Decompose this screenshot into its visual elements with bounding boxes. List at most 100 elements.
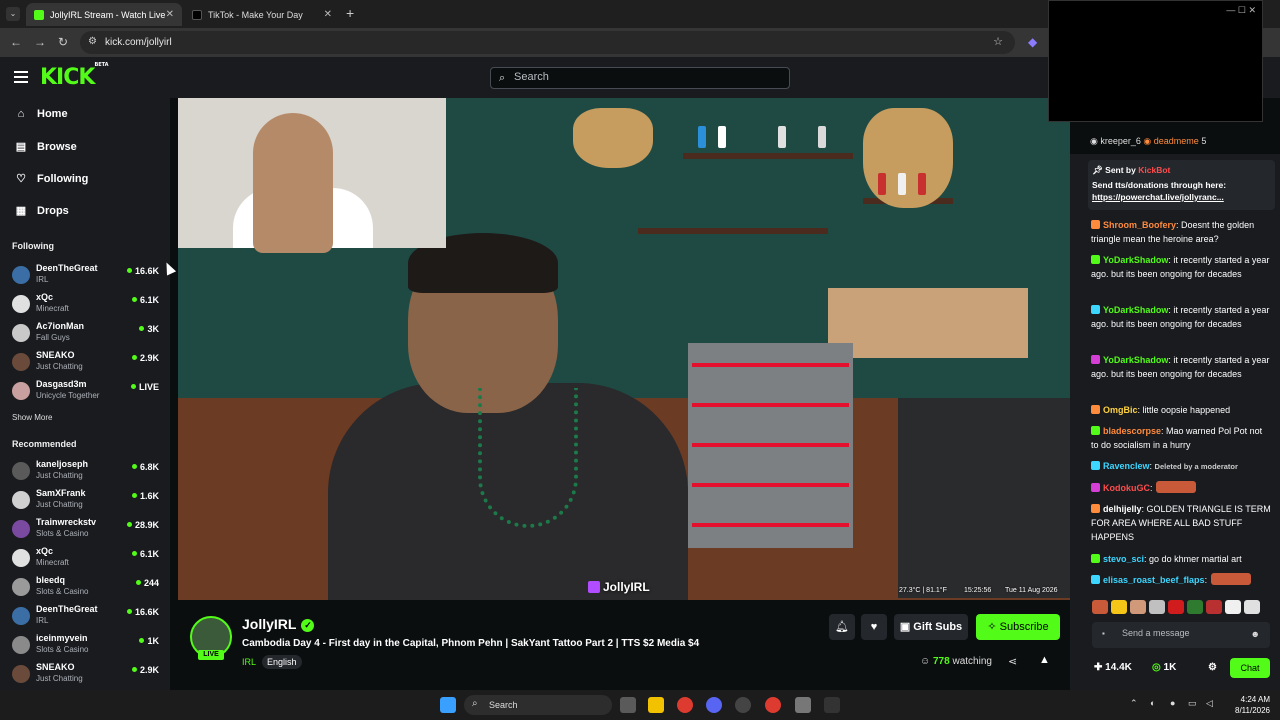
notification-bell-button[interactable]: 🔔︎ — [829, 614, 855, 640]
chat-username[interactable]: YoDarkShadow — [1103, 355, 1168, 365]
channel-category: IRL — [36, 616, 49, 625]
chat-input-box[interactable]: ▪ ☻ — [1092, 622, 1270, 648]
network-icon[interactable]: ▭ — [1188, 698, 1197, 709]
chrome-icon[interactable] — [677, 697, 693, 713]
taskbar-search[interactable]: ⌕ Search — [464, 695, 612, 715]
chat-username[interactable]: KodokuGC — [1103, 483, 1150, 493]
chat-username[interactable]: elisas_roast_beef_flaps — [1103, 575, 1205, 585]
chat-username[interactable]: YoDarkShadow — [1103, 305, 1168, 315]
chat-message-input[interactable] — [1122, 628, 1242, 638]
search-box[interactable]: ⌕ — [490, 67, 790, 89]
pinned-link[interactable]: https://powerchat.live/jollyranc... — [1092, 192, 1224, 202]
volume-icon[interactable]: ◁ — [1206, 698, 1213, 709]
gifter-name[interactable]: deadmeme — [1154, 136, 1199, 146]
emote-icon[interactable] — [1149, 600, 1165, 614]
nav-home[interactable]: ⌂ Home — [15, 108, 68, 120]
show-more-link[interactable]: Show More — [12, 413, 52, 422]
language-tag[interactable]: English — [262, 655, 302, 669]
chat-username[interactable]: bladescorpse — [1103, 426, 1161, 436]
sidebar-channel[interactable]: SamXFrank Just Chatting 1.6K — [10, 488, 165, 516]
emote-icon[interactable] — [1111, 600, 1127, 614]
forward-icon[interactable]: → — [34, 35, 46, 49]
chat-username[interactable]: Ravenclew — [1103, 461, 1150, 471]
chat-send-button[interactable]: Chat — [1230, 658, 1270, 678]
sidebar-channel[interactable]: SNEAKO Just Chatting 2.9K — [10, 662, 165, 690]
new-tab-button[interactable]: + — [346, 5, 354, 21]
file-explorer-icon[interactable] — [648, 697, 664, 713]
system-clock[interactable]: 4:24 AM 8/11/2026 — [1224, 694, 1270, 716]
chat-settings-gear-icon[interactable]: ⚙ — [1208, 662, 1217, 673]
close-tab-icon[interactable]: ✕ — [166, 9, 174, 20]
pinned-sender[interactable]: KickBot — [1138, 165, 1170, 175]
emote-icon[interactable] — [1187, 600, 1203, 614]
sidebar-channel[interactable]: xQc Minecraft 6.1K — [10, 546, 165, 574]
sidebar-channel[interactable]: kaneljoseph Just Chatting 6.8K — [10, 459, 165, 487]
chrome-icon[interactable] — [765, 697, 781, 713]
report-icon[interactable]: ▲ — [1039, 654, 1050, 666]
nav-drops[interactable]: ▦ Drops — [15, 204, 69, 218]
chat-username[interactable]: YoDarkShadow — [1103, 255, 1168, 265]
category-link[interactable]: IRL — [242, 657, 256, 667]
sidebar-channel[interactable]: DeenTheGreat IRL 16.6K — [10, 263, 165, 291]
search-input[interactable] — [514, 71, 774, 83]
tab-kick[interactable]: JollyIRL Stream - Watch Live ✕ — [26, 3, 182, 26]
back-icon[interactable]: ← — [10, 35, 22, 49]
gift-subs-button[interactable]: ▣ Gift Subs — [894, 614, 968, 640]
bell-icon: 🔔︎ — [835, 621, 849, 633]
settings-icon[interactable] — [795, 697, 811, 713]
chat-username[interactable]: Shroom_Boofery — [1103, 220, 1176, 230]
app-icon[interactable] — [824, 697, 840, 713]
gifter-name[interactable]: kreeper_6 — [1100, 136, 1141, 146]
app-icon[interactable] — [735, 697, 751, 713]
sidebar-channel[interactable]: SNEAKO Just Chatting 2.9K — [10, 350, 165, 378]
tray-app-icon[interactable]: ◐ — [1150, 698, 1155, 708]
follow-heart-button[interactable]: ♥ — [861, 614, 887, 640]
extension-icon[interactable]: ◆ — [1028, 35, 1037, 49]
overlay-window-controls[interactable]: — ☐ ✕ — [1226, 5, 1256, 16]
chat-username[interactable]: delhijelly — [1103, 504, 1142, 514]
close-tab-icon[interactable]: ✕ — [324, 9, 332, 20]
sidebar-channel[interactable]: bleedq Slots & Casino 244 — [10, 575, 165, 603]
channel-name: kaneljoseph — [36, 459, 89, 469]
sidebar-channel[interactable]: Dasgasd3m Unicycle Together LIVE — [10, 379, 165, 407]
emote-icon[interactable] — [1206, 600, 1222, 614]
menu-icon[interactable] — [14, 71, 28, 83]
nav-following[interactable]: ♡ Following — [15, 172, 88, 186]
sidebar-channel[interactable]: iceinmyvein Slots & Casino 1K — [10, 633, 165, 661]
channel-avatar — [12, 353, 30, 371]
tray-chevron-icon[interactable]: ⌃ — [1130, 698, 1138, 709]
start-icon[interactable] — [440, 697, 456, 713]
tab-tiktok[interactable]: TikTok - Make Your Day ✕ — [184, 3, 340, 26]
emote-icon[interactable] — [1225, 600, 1241, 614]
site-info-icon[interactable]: ⚙ — [88, 36, 97, 47]
task-view-icon[interactable] — [620, 697, 636, 713]
share-icon[interactable]: ⋖ — [1008, 655, 1017, 668]
video-player[interactable]: JollyIRL 27.3°C | 81.1°F 15:25:56 Tue 11… — [178, 98, 1070, 600]
subs-icon: ◎ — [1152, 662, 1164, 673]
sidebar-channel[interactable]: Trainwreckstv Slots & Casino 28.9K — [10, 517, 165, 545]
overlay-window[interactable]: — ☐ ✕ — [1048, 0, 1263, 122]
emote-icon[interactable] — [1130, 600, 1146, 614]
tab-search-button[interactable]: ⌄ — [6, 7, 20, 21]
sidebar-channel[interactable]: xQc Minecraft 6.1K — [10, 292, 165, 320]
streamer-name[interactable]: JollyIRL ✓ — [242, 616, 315, 632]
subscribe-button[interactable]: ✧ Subscribe — [976, 614, 1060, 640]
channel-viewers: 6.1K — [131, 295, 159, 305]
chat-username[interactable]: OmgBic — [1103, 405, 1138, 415]
emoji-icon[interactable]: ☻ — [1251, 629, 1260, 639]
discord-icon[interactable] — [706, 697, 722, 713]
nav-browse[interactable]: ▤ Browse — [15, 140, 77, 154]
bookmark-star-icon[interactable]: ☆ — [993, 35, 1003, 48]
sidebar-channel[interactable]: Ac7ionMan Fall Guys 3K — [10, 321, 165, 349]
kick-logo[interactable]: KICKBETA — [40, 62, 109, 90]
emote-icon[interactable] — [1168, 600, 1184, 614]
emote-icon[interactable] — [1244, 600, 1260, 614]
chat-settings-icon[interactable]: ▪ — [1102, 629, 1105, 638]
microphone-icon[interactable]: ● — [1170, 698, 1175, 708]
omnibox[interactable]: ⚙ kick.com/jollyirl ☆ — [80, 31, 1015, 54]
chat-username[interactable]: stevo_sci — [1103, 554, 1144, 564]
channel-category: Just Chatting — [36, 674, 83, 683]
reload-icon[interactable]: ↻ — [58, 35, 68, 49]
emote-icon[interactable] — [1092, 600, 1108, 614]
sidebar-channel[interactable]: DeenTheGreat IRL 16.6K — [10, 604, 165, 632]
